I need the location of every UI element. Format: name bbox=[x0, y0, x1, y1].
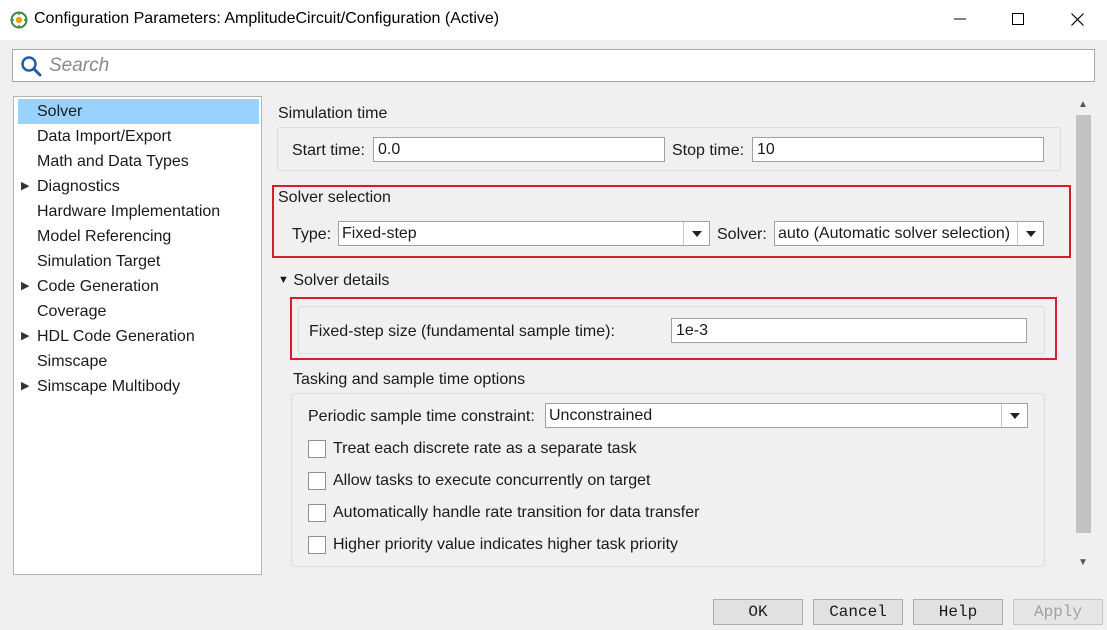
separate-task-checkbox[interactable] bbox=[308, 440, 326, 458]
solver-dropdown[interactable]: auto (Automatic solver selection) bbox=[774, 221, 1044, 246]
window-title: Configuration Parameters: AmplitudeCircu… bbox=[34, 10, 500, 27]
dropdown-button[interactable] bbox=[683, 222, 709, 245]
concurrent-tasks-checkbox[interactable] bbox=[308, 472, 326, 490]
nav-item-label: Hardware Implementation bbox=[37, 203, 221, 220]
dropdown-arrow-icon bbox=[1026, 231, 1036, 237]
expand-arrow-icon[interactable]: ▶ bbox=[21, 174, 29, 199]
search-box[interactable] bbox=[12, 49, 1095, 82]
rate-transition-label: Automatically handle rate transition for… bbox=[333, 504, 700, 521]
nav-item-diagnostics[interactable]: ▶ Diagnostics bbox=[18, 174, 259, 199]
category-tree[interactable]: Solver Data Import/Export Math and Data … bbox=[13, 96, 262, 575]
stop-time-field[interactable]: 10 bbox=[752, 137, 1044, 162]
concurrent-tasks-label: Allow tasks to execute concurrently on t… bbox=[333, 472, 651, 489]
maximize-button[interactable] bbox=[988, 0, 1048, 38]
nav-item-label: Model Referencing bbox=[37, 228, 172, 245]
collapse-arrow-icon: ▼ bbox=[278, 274, 289, 286]
nav-item-simscape[interactable]: Simscape bbox=[18, 349, 259, 374]
scroll-down-icon[interactable]: ▼ bbox=[1078, 557, 1088, 568]
dropdown-arrow-icon bbox=[692, 231, 702, 237]
expand-arrow-icon[interactable]: ▶ bbox=[21, 374, 29, 399]
app-icon bbox=[10, 11, 28, 29]
nav-item-label: Code Generation bbox=[37, 278, 159, 295]
search-input[interactable] bbox=[47, 53, 1077, 78]
nav-item-label: Math and Data Types bbox=[37, 153, 189, 170]
apply-button[interactable]: Apply bbox=[1013, 599, 1103, 625]
step-size-field[interactable]: 1e-3 bbox=[671, 318, 1027, 343]
solver-label: Solver: bbox=[717, 226, 767, 243]
nav-item-model-referencing[interactable]: Model Referencing bbox=[18, 224, 259, 249]
scrollbar-thumb[interactable] bbox=[1076, 115, 1091, 533]
nav-item-data-import-export[interactable]: Data Import/Export bbox=[18, 124, 259, 149]
stop-time-label: Stop time: bbox=[672, 142, 745, 159]
nav-item-label: Simscape Multibody bbox=[37, 378, 181, 395]
minimize-icon bbox=[954, 18, 966, 20]
nav-item-math-and-data-types[interactable]: Math and Data Types bbox=[18, 149, 259, 174]
nav-item-label: Data Import/Export bbox=[37, 128, 172, 145]
separate-task-label: Treat each discrete rate as a separate t… bbox=[333, 440, 637, 457]
expand-arrow-icon[interactable]: ▶ bbox=[21, 324, 29, 349]
nav-item-label: Simulation Target bbox=[37, 253, 161, 270]
step-size-label: Fixed-step size (fundamental sample time… bbox=[309, 323, 615, 340]
expand-arrow-icon[interactable]: ▶ bbox=[21, 274, 29, 299]
solver-value: auto (Automatic solver selection) bbox=[778, 225, 1011, 242]
search-icon bbox=[21, 56, 42, 77]
nav-item-solver[interactable]: Solver bbox=[18, 99, 259, 124]
dropdown-button[interactable] bbox=[1001, 404, 1027, 427]
periodic-constraint-label: Periodic sample time constraint: bbox=[308, 408, 535, 425]
start-time-field[interactable]: 0.0 bbox=[373, 137, 665, 162]
periodic-constraint-value: Unconstrained bbox=[549, 407, 653, 424]
close-button[interactable] bbox=[1047, 0, 1107, 38]
nav-item-label: Coverage bbox=[37, 303, 107, 320]
solver-type-value: Fixed-step bbox=[342, 225, 417, 242]
task-priority-label: Higher priority value indicates higher t… bbox=[333, 536, 679, 553]
nav-item-hardware-implementation[interactable]: Hardware Implementation bbox=[18, 199, 259, 224]
nav-item-simscape-multibody[interactable]: ▶ Simscape Multibody bbox=[18, 374, 259, 399]
nav-item-simulation-target[interactable]: Simulation Target bbox=[18, 249, 259, 274]
cancel-button[interactable]: Cancel bbox=[813, 599, 903, 625]
dropdown-button[interactable] bbox=[1017, 222, 1043, 245]
nav-item-code-generation[interactable]: ▶ Code Generation bbox=[18, 274, 259, 299]
maximize-icon bbox=[1012, 13, 1024, 25]
solver-selection-heading: Solver selection bbox=[278, 189, 391, 206]
solver-type-dropdown[interactable]: Fixed-step bbox=[338, 221, 710, 246]
solver-type-label: Type: bbox=[292, 226, 332, 243]
dropdown-arrow-icon bbox=[1010, 413, 1020, 419]
nav-item-label: Simscape bbox=[37, 353, 108, 370]
task-priority-checkbox[interactable] bbox=[308, 536, 326, 554]
scroll-up-icon[interactable]: ▲ bbox=[1078, 99, 1088, 110]
vertical-scrollbar[interactable]: ▲ ▼ bbox=[1073, 94, 1093, 576]
nav-item-coverage[interactable]: Coverage bbox=[18, 299, 259, 324]
rate-transition-checkbox[interactable] bbox=[308, 504, 326, 522]
nav-item-label: Diagnostics bbox=[37, 178, 120, 195]
solver-details-heading: Solver details bbox=[293, 272, 390, 289]
tasking-heading: Tasking and sample time options bbox=[293, 371, 526, 388]
start-time-label: Start time: bbox=[292, 142, 365, 159]
title-bar: Configuration Parameters: AmplitudeCircu… bbox=[0, 0, 1107, 40]
nav-item-hdl-code-generation[interactable]: ▶ HDL Code Generation bbox=[18, 324, 259, 349]
ok-button[interactable]: OK bbox=[713, 599, 803, 625]
solver-settings-pane: Simulation time Start time: 0.0 Stop tim… bbox=[270, 94, 1073, 576]
close-icon bbox=[1070, 12, 1084, 26]
periodic-constraint-dropdown[interactable]: Unconstrained bbox=[545, 403, 1028, 428]
minimize-button[interactable] bbox=[930, 0, 990, 38]
solver-details-toggle[interactable]: ▼ Solver details bbox=[278, 272, 389, 290]
help-button[interactable]: Help bbox=[913, 599, 1003, 625]
simulation-time-heading: Simulation time bbox=[278, 105, 388, 122]
nav-item-label: HDL Code Generation bbox=[37, 328, 195, 345]
nav-item-label: Solver bbox=[37, 103, 83, 120]
